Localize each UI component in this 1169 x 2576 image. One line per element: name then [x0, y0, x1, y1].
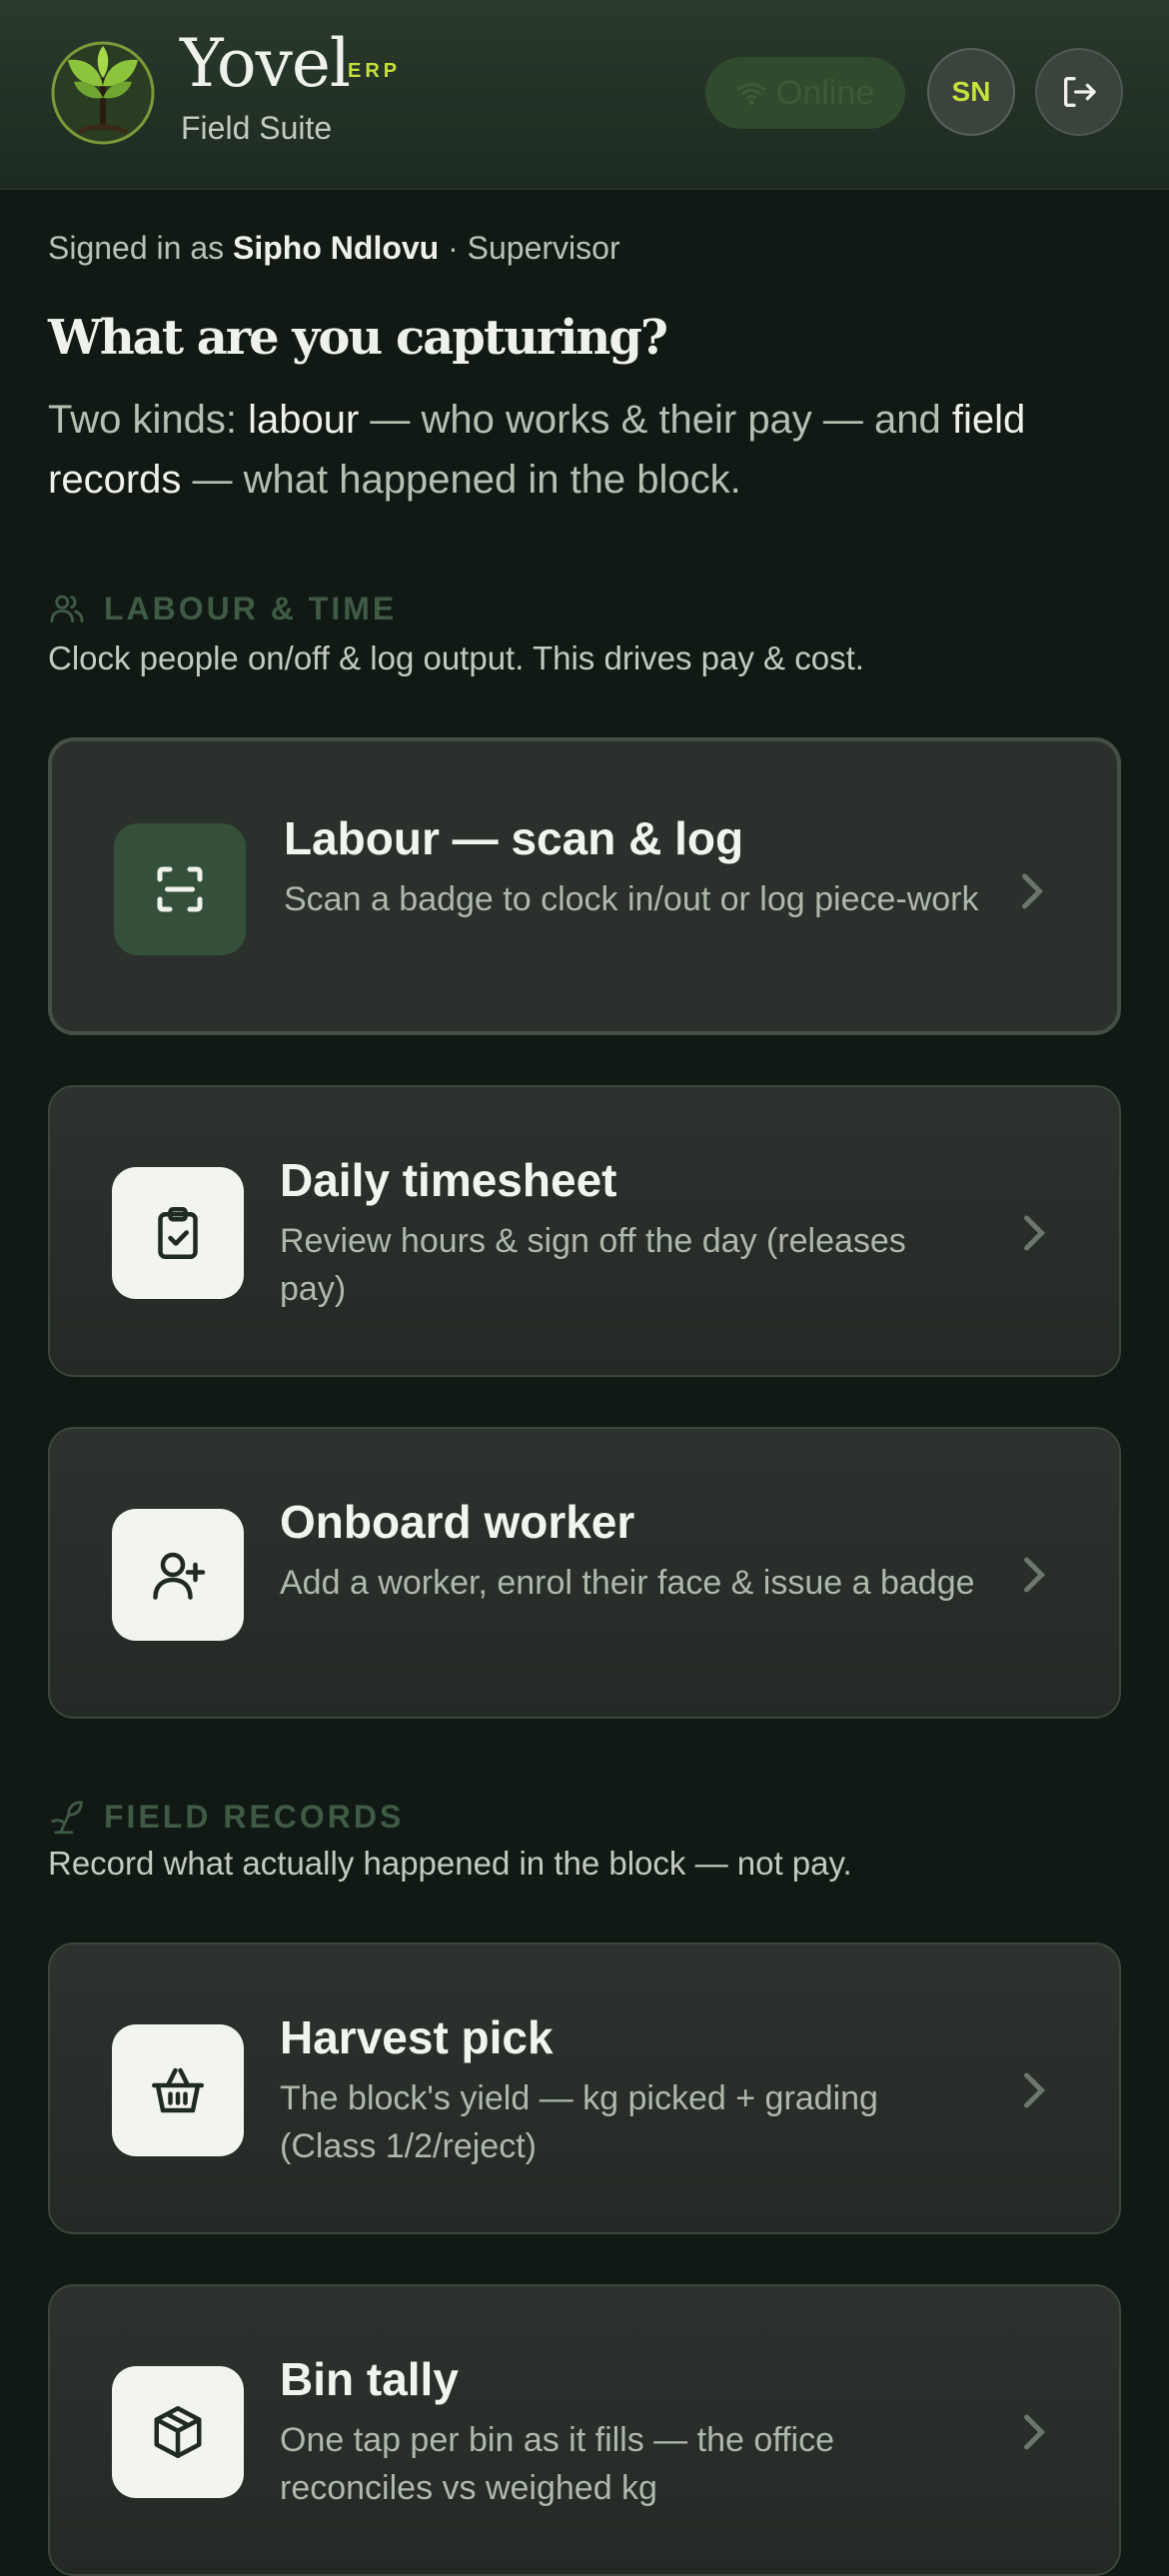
card-icon-tile	[112, 1509, 244, 1641]
card-title: Labour — scan & log	[284, 812, 744, 864]
card-icon-tile	[114, 823, 246, 955]
section-heading-labour: LABOUR & TIME	[48, 590, 397, 628]
online-status-label: Online	[775, 73, 875, 112]
chevron-right-icon	[1024, 2072, 1046, 2108]
card-onboard-worker[interactable]: Onboard worker Add a worker, enrol their…	[48, 1427, 1121, 1719]
user-name: Sipho Ndlovu	[233, 230, 440, 266]
user-role: Supervisor	[467, 230, 620, 266]
user-avatar[interactable]: SN	[927, 48, 1015, 136]
intro-text-3: — what happened in the block.	[192, 458, 741, 502]
card-subtitle: Add a worker, enrol their face & issue a…	[280, 1564, 975, 1602]
card-bin-tally[interactable]: Bin tally One tap per bin as it fills — …	[48, 2284, 1121, 2576]
signed-in-line: Signed in as Sipho Ndlovu · Supervisor	[48, 230, 620, 267]
users-icon	[50, 595, 84, 624]
card-subtitle: One tap per bin as it fills — the office…	[280, 2421, 834, 2507]
card-subtitle: Review hours & sign off the day (release…	[280, 1222, 906, 1308]
app-header: Yovel ERP Field Suite Online SN	[0, 0, 1169, 190]
card-daily-timesheet[interactable]: Daily timesheet Review hours & sign off …	[48, 1085, 1121, 1377]
scan-icon	[157, 866, 203, 912]
intro-text: Two kinds: labour — who works & their pa…	[48, 390, 1117, 510]
section-heading-label: LABOUR & TIME	[104, 590, 398, 627]
chevron-right-icon	[1024, 1557, 1046, 1593]
card-title: Onboard worker	[280, 1496, 635, 1548]
card-icon-tile	[112, 2024, 244, 2156]
card-harvest-pick[interactable]: Harvest pick The block's yield — kg pick…	[48, 1942, 1121, 2234]
card-title: Bin tally	[280, 2353, 459, 2405]
box-icon	[154, 2406, 202, 2458]
chevron-right-icon	[1024, 2414, 1046, 2450]
clipboard-check-icon	[158, 1207, 198, 1259]
intro-labour: labour	[248, 398, 360, 442]
section-description: Clock people on/off & log output. This d…	[48, 640, 864, 676]
card-icon-tile	[112, 2366, 244, 2498]
intro-text-1: Two kinds:	[48, 398, 237, 442]
basket-icon	[152, 2067, 204, 2113]
brand-name: Yovel	[180, 25, 351, 102]
separator: ·	[448, 230, 459, 266]
chevron-right-icon	[1024, 1215, 1046, 1251]
page-title: What are you capturing?	[48, 310, 668, 366]
card-labour-scan[interactable]: Labour — scan & log Scan a badge to cloc…	[48, 737, 1121, 1035]
wifi-icon	[736, 82, 765, 106]
sprout-icon	[51, 1801, 83, 1835]
section-description: Record what actually happened in the blo…	[48, 1845, 852, 1882]
app-subtitle: Field Suite	[181, 110, 333, 146]
section-heading-label: FIELD RECORDS	[104, 1798, 405, 1835]
section-heading-field-records: FIELD RECORDS	[48, 1798, 404, 1836]
card-title: Harvest pick	[280, 2011, 554, 2063]
online-status-badge: Online	[705, 57, 905, 129]
logout-icon	[1064, 77, 1096, 108]
intro-text-2: — who works & their pay — and	[370, 398, 941, 442]
signed-in-prefix: Signed in as	[48, 230, 225, 266]
card-icon-tile	[112, 1167, 244, 1299]
user-plus-icon	[153, 1552, 206, 1600]
card-subtitle: Scan a badge to clock in/out or log piec…	[284, 880, 979, 918]
brand-tag: ERP	[348, 60, 402, 82]
card-subtitle: The block's yield — kg picked + grading …	[280, 2079, 878, 2165]
chevron-right-icon	[1022, 873, 1044, 909]
plant-logo-icon	[51, 41, 155, 145]
logout-button[interactable]	[1035, 48, 1123, 136]
card-title: Daily timesheet	[280, 1154, 617, 1206]
